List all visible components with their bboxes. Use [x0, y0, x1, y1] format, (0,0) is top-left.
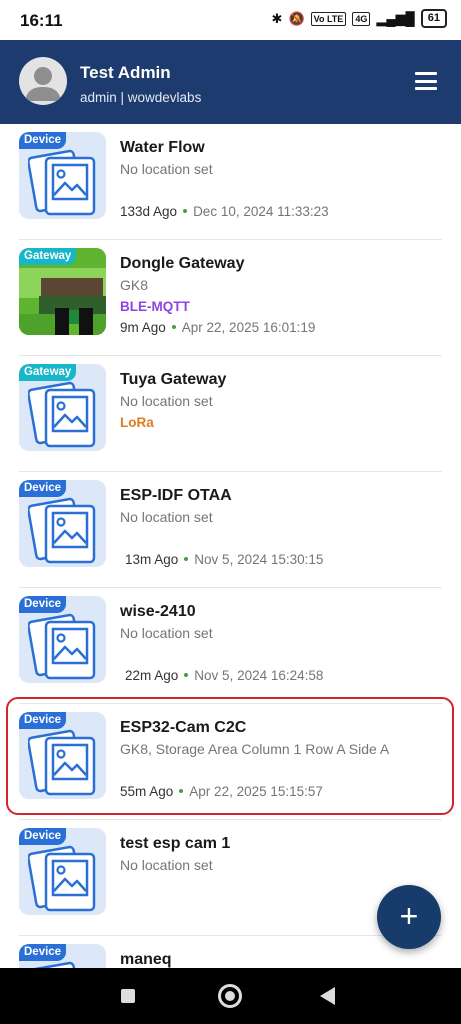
status-bar: 16:11 ✱ 🔕 Vo LTE 4G ▂▄▆█ 61: [0, 0, 461, 40]
app-header: Test Admin admin | wowdevlabs: [0, 40, 461, 124]
device-list[interactable]: Device Water Flow No location set 133d A…: [0, 124, 461, 968]
status-time: 16:11: [20, 11, 63, 30]
device-title: Water Flow: [120, 139, 205, 156]
device-location: GK8: [120, 277, 149, 293]
type-badge: Device: [19, 596, 67, 613]
device-location: No location set: [120, 393, 213, 409]
list-item[interactable]: Device wise-2410 No location set 22m Ago…: [0, 588, 461, 704]
device-thumbnail: Gateway: [19, 364, 106, 451]
device-thumbnail: Device: [19, 132, 106, 219]
mute-icon: 🔕: [288, 10, 305, 26]
device-title: wise-2410: [120, 603, 196, 620]
user-name: Test Admin: [80, 63, 171, 82]
type-badge: Device: [19, 944, 67, 961]
last-seen-date: Nov 5, 2024 16:24:58: [194, 668, 324, 683]
list-item[interactable]: Gateway Tuya Gateway No location set LoR…: [0, 356, 461, 472]
last-seen: 13m Ago Nov 5, 2024 15:30:15: [125, 552, 323, 567]
last-seen-ago: 9m Ago: [120, 320, 166, 335]
device-title: ESP-IDF OTAA: [120, 487, 232, 504]
gateway-thumbnail: Gateway: [19, 248, 106, 335]
list-item[interactable]: Device ESP-IDF OTAA No location set 13m …: [0, 472, 461, 588]
bluetooth-icon: ✱: [271, 10, 283, 26]
protocol-label: LoRa: [120, 415, 154, 430]
device-title: test esp cam 1: [120, 835, 231, 852]
type-badge: Device: [19, 828, 67, 845]
last-seen-date: Dec 10, 2024 11:33:23: [193, 204, 329, 219]
system-nav-bar: [0, 968, 461, 1024]
image-placeholder-icon: [28, 845, 96, 912]
image-placeholder-icon: [28, 497, 96, 564]
protocol-label: BLE-MQTT: [120, 299, 190, 314]
device-location: No location set: [120, 625, 213, 641]
last-seen-ago: 22m Ago: [125, 668, 179, 683]
device-title: maneq: [120, 951, 172, 968]
online-dot-icon: [184, 557, 189, 561]
battery-icon: 61: [420, 9, 447, 28]
last-seen: 133d Ago Dec 10, 2024 11:33:23: [120, 204, 329, 219]
device-location: No location set: [120, 161, 213, 177]
user-avatar-icon: [25, 67, 61, 101]
type-badge: Device: [19, 480, 67, 497]
image-placeholder-icon: [28, 381, 96, 448]
plus-icon: +: [399, 898, 419, 934]
selection-highlight: [6, 697, 454, 815]
list-item[interactable]: Device Water Flow No location set 133d A…: [0, 124, 461, 240]
online-dot-icon: [184, 673, 189, 677]
type-badge: Device: [19, 712, 67, 729]
image-placeholder-icon: [28, 149, 96, 216]
online-dot-icon: [171, 325, 176, 329]
network-type-icon: 4G: [352, 11, 371, 26]
last-seen-date: Apr 22, 2025 16:01:19: [181, 320, 316, 335]
user-subtitle: admin | wowdevlabs: [80, 90, 202, 105]
last-seen-ago: 133d Ago: [120, 204, 178, 219]
image-placeholder-icon: [28, 613, 96, 680]
device-thumbnail: Device: [19, 480, 106, 567]
device-location: No location set: [120, 857, 213, 873]
last-seen: 22m Ago Nov 5, 2024 16:24:58: [125, 668, 323, 683]
list-item[interactable]: Gateway Dongle Gateway GK8 BLE-MQTT 9m A…: [0, 240, 461, 356]
last-seen: 9m Ago Apr 22, 2025 16:01:19: [120, 320, 315, 335]
add-device-button[interactable]: +: [377, 885, 441, 949]
type-badge: Gateway: [19, 364, 77, 381]
signal-icon: ▂▄▆█: [376, 10, 415, 26]
volte-icon: Vo LTE: [310, 11, 347, 26]
last-seen-ago: 13m Ago: [125, 552, 179, 567]
recents-square-icon[interactable]: [121, 989, 135, 1003]
hamburger-menu-icon[interactable]: [415, 72, 437, 90]
avatar[interactable]: [19, 57, 67, 105]
back-triangle-icon[interactable]: [320, 987, 335, 1005]
device-thumbnail: Device: [19, 944, 106, 968]
online-dot-icon: [183, 209, 188, 213]
last-seen-date: Nov 5, 2024 15:30:15: [194, 552, 324, 567]
device-title: Dongle Gateway: [120, 255, 245, 272]
type-badge: Device: [19, 132, 67, 149]
device-location: No location set: [120, 509, 213, 525]
device-thumbnail: Device: [19, 828, 106, 915]
device-thumbnail: Device: [19, 596, 106, 683]
home-circle-icon[interactable]: [218, 984, 242, 1008]
status-icons: ✱ 🔕 Vo LTE 4G ▂▄▆█ 61: [272, 9, 447, 28]
type-badge: Gateway: [19, 248, 77, 265]
device-title: Tuya Gateway: [120, 371, 227, 388]
